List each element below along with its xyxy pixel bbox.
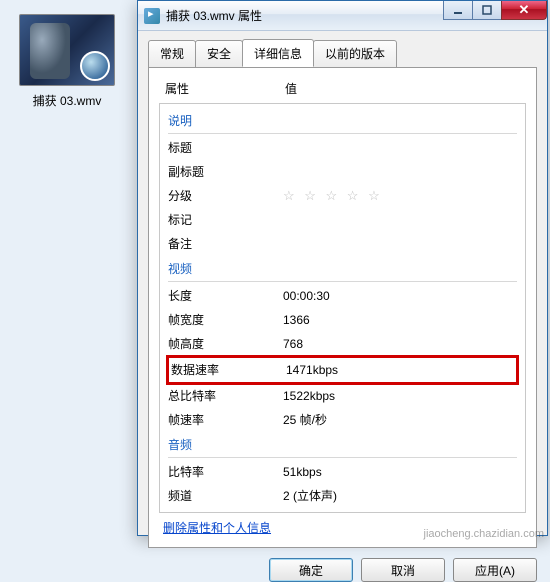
tab-general[interactable]: 常规 bbox=[148, 40, 196, 68]
properties-dialog: 捕获 03.wmv 属性 ✕ 常规 安全 详细信息 以前的版本 属性 值 说明 … bbox=[137, 0, 548, 536]
row-channels[interactable]: 频道2 (立体声) bbox=[160, 484, 525, 508]
tab-previous-versions[interactable]: 以前的版本 bbox=[313, 40, 397, 68]
highlight-data-rate: 数据速率1471kbps bbox=[166, 355, 519, 385]
titlebar[interactable]: 捕获 03.wmv 属性 ✕ bbox=[138, 1, 547, 31]
close-button[interactable]: ✕ bbox=[501, 1, 547, 20]
file-name-label: 捕获 03.wmv bbox=[12, 92, 122, 109]
row-data-rate[interactable]: 数据速率1471kbps bbox=[169, 358, 516, 382]
ok-button[interactable]: 确定 bbox=[269, 558, 353, 582]
header-value: 值 bbox=[285, 80, 297, 97]
row-frame-width[interactable]: 帧宽度1366 bbox=[160, 308, 525, 332]
video-file-icon bbox=[144, 8, 160, 24]
row-comments[interactable]: 备注 bbox=[160, 232, 525, 256]
rating-stars[interactable]: ☆ ☆ ☆ ☆ ☆ bbox=[283, 187, 517, 205]
file-thumbnail[interactable]: 捕获 03.wmv bbox=[12, 14, 122, 109]
row-bitrate[interactable]: 比特率51kbps bbox=[160, 460, 525, 484]
row-frame-rate[interactable]: 帧速率25 帧/秒 bbox=[160, 408, 525, 432]
video-thumbnail-icon bbox=[19, 14, 115, 86]
section-description: 说明 bbox=[160, 108, 525, 131]
row-tags[interactable]: 标记 bbox=[160, 208, 525, 232]
header-property: 属性 bbox=[165, 80, 285, 97]
section-video: 视频 bbox=[160, 256, 525, 279]
cancel-button[interactable]: 取消 bbox=[361, 558, 445, 582]
tab-details[interactable]: 详细信息 bbox=[242, 39, 314, 67]
property-list[interactable]: 说明 标题 副标题 分级☆ ☆ ☆ ☆ ☆ 标记 备注 视频 长度00:00:3… bbox=[159, 103, 526, 513]
row-frame-height[interactable]: 帧高度768 bbox=[160, 332, 525, 356]
minimize-button[interactable] bbox=[443, 1, 473, 20]
dialog-button-row: 确定 取消 应用(A) bbox=[148, 558, 537, 582]
row-rating[interactable]: 分级☆ ☆ ☆ ☆ ☆ bbox=[160, 184, 525, 208]
maximize-button[interactable] bbox=[472, 1, 502, 20]
apply-button[interactable]: 应用(A) bbox=[453, 558, 537, 582]
row-total-bitrate[interactable]: 总比特率1522kbps bbox=[160, 384, 525, 408]
tab-bar: 常规 安全 详细信息 以前的版本 bbox=[148, 39, 537, 67]
details-panel: 属性 值 说明 标题 副标题 分级☆ ☆ ☆ ☆ ☆ 标记 备注 视频 长度00… bbox=[148, 67, 537, 548]
column-headers: 属性 值 bbox=[159, 78, 526, 103]
row-title[interactable]: 标题 bbox=[160, 136, 525, 160]
row-subtitle[interactable]: 副标题 bbox=[160, 160, 525, 184]
dialog-title: 捕获 03.wmv 属性 bbox=[166, 7, 262, 24]
divider bbox=[168, 281, 517, 282]
divider bbox=[168, 133, 517, 134]
section-audio: 音频 bbox=[160, 432, 525, 455]
row-length[interactable]: 长度00:00:30 bbox=[160, 284, 525, 308]
tab-security[interactable]: 安全 bbox=[195, 40, 243, 68]
divider bbox=[168, 457, 517, 458]
remove-properties-link[interactable]: 删除属性和个人信息 bbox=[163, 521, 271, 535]
